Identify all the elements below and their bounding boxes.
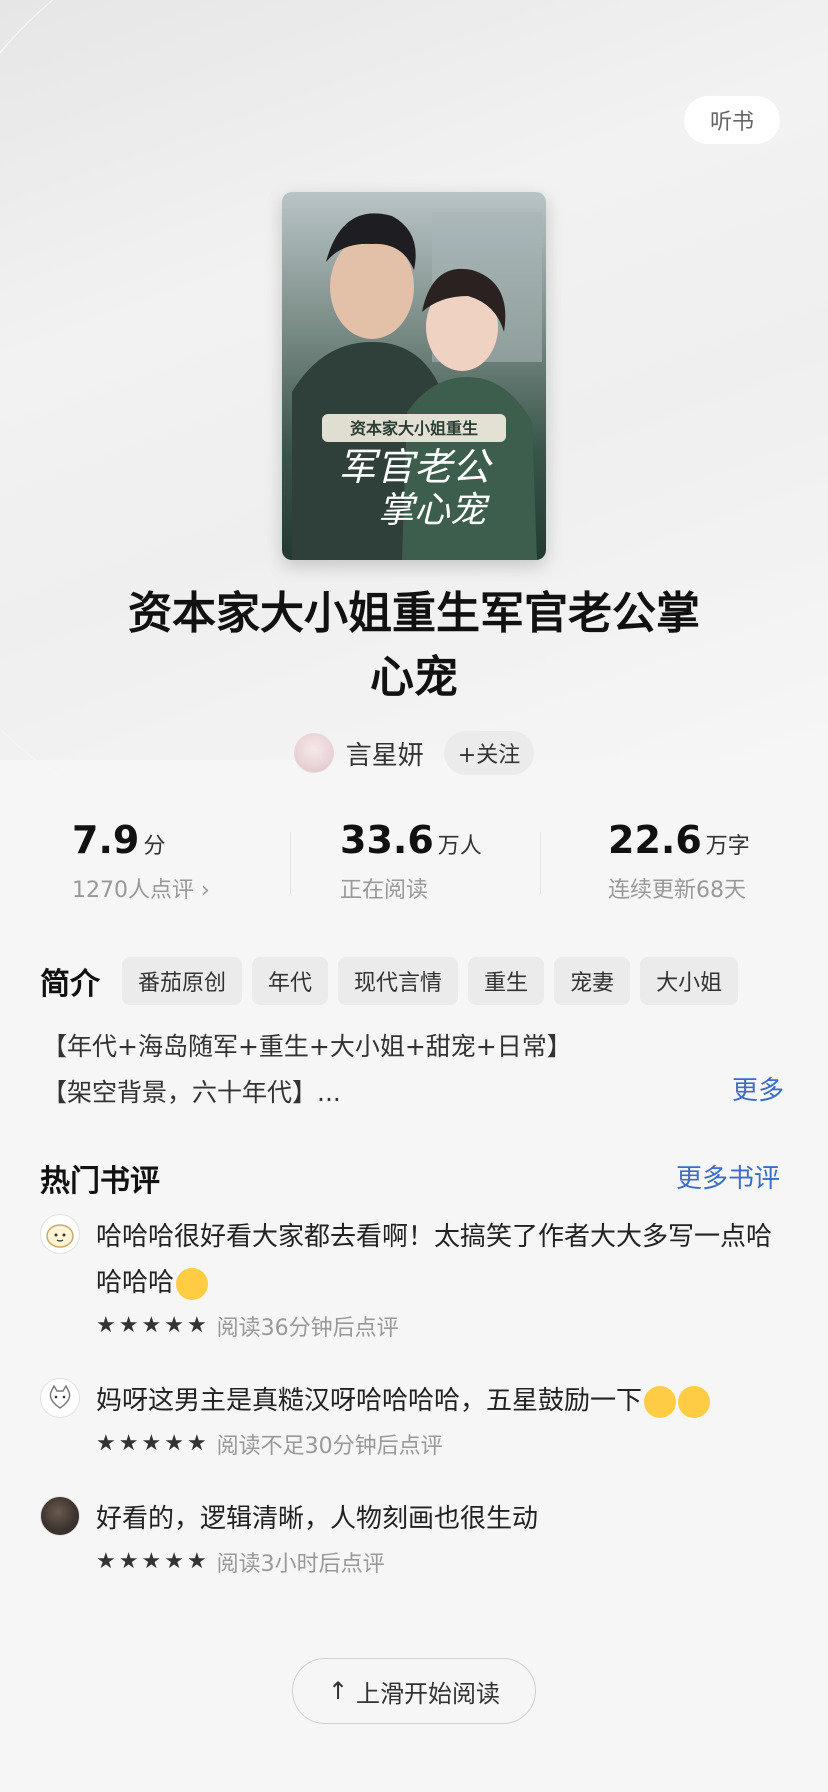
score-value: 7.9 xyxy=(72,818,140,862)
score-review-count[interactable]: 1270人点评 › xyxy=(72,872,210,904)
readers-label: 正在阅读 xyxy=(340,878,429,903)
hot-reviews-title: 热门书评 xyxy=(40,1164,160,1199)
review-meta: 阅读36分钟后点评 xyxy=(216,1316,399,1341)
tag-item[interactable]: 宠妻 xyxy=(554,957,631,1005)
listen-button[interactable]: 听书 xyxy=(684,96,780,144)
follow-button[interactable]: +关注 xyxy=(443,731,535,775)
stat-divider xyxy=(540,832,541,894)
book-title: 资本家大小姐重生军官老公掌心宠 xyxy=(128,588,700,703)
rating-stars: ★ ★ ★ ★ ★ xyxy=(96,1549,207,1574)
stat-words: 22.6 万字 连续更新68天 xyxy=(608,818,750,904)
author-name[interactable]: 言星妍 xyxy=(346,735,424,772)
stat-readers: 33.6 万人 正在阅读 xyxy=(340,818,482,904)
tag-item[interactable]: 重生 xyxy=(468,957,545,1005)
tag-item[interactable]: 现代言情 xyxy=(338,957,459,1005)
review-meta: 阅读3小时后点评 xyxy=(216,1552,385,1577)
author-row: 言星妍 +关注 xyxy=(0,730,828,776)
synopsis-more-link[interactable]: 更多 xyxy=(732,1070,784,1107)
author-avatar[interactable] xyxy=(293,733,334,773)
rating-stars: ★ ★ ★ ★ ★ xyxy=(96,1313,207,1338)
bun-avatar-icon[interactable] xyxy=(40,1214,80,1254)
smirk-face-icon xyxy=(678,1385,711,1418)
intro-label: 简介 xyxy=(40,967,100,1002)
readers-value: 33.6 xyxy=(340,818,434,862)
words-unit: 万字 xyxy=(705,834,750,859)
tag-item[interactable]: 番茄原创 xyxy=(122,957,243,1005)
cover-small-title: 资本家大小姐重生 xyxy=(350,419,478,438)
words-value: 22.6 xyxy=(608,818,702,862)
readers-unit: 万人 xyxy=(437,834,482,859)
synopsis-line-1: 【年代+海岛随军+重生+大小姐+甜宠+日常】 xyxy=(42,1032,572,1061)
stat-divider xyxy=(290,832,291,894)
update-streak-label: 连续更新68天 xyxy=(608,878,746,903)
synopsis-line-2: 【架空背景，六十年代】... xyxy=(42,1078,341,1107)
cover-big-title-1: 军官老公 xyxy=(338,445,493,489)
review-text: 妈呀这男主是真糙汉呀哈哈哈哈，五星鼓励一下 xyxy=(96,1386,643,1416)
tag-item[interactable]: 大小姐 xyxy=(640,957,739,1005)
more-reviews-link[interactable]: 更多书评 xyxy=(676,1158,780,1195)
cover-big-title-2: 掌心宠 xyxy=(378,490,490,531)
synopsis[interactable]: 【年代+海岛随军+重生+大小姐+甜宠+日常】 【架空背景，六十年代】... xyxy=(42,1024,762,1116)
stat-score[interactable]: 7.9 分 1270人点评 › xyxy=(72,818,210,904)
review-meta: 阅读不足30分钟后点评 xyxy=(216,1434,443,1459)
start-reading-button[interactable]: ↑ 上滑开始阅读 xyxy=(292,1658,536,1724)
intro-tags-row: 简介 番茄原创 年代 现代言情 重生 宠妻 大小姐 xyxy=(40,956,800,1006)
grinning-face-icon xyxy=(176,1267,209,1300)
photo-avatar-icon[interactable] xyxy=(40,1496,80,1536)
tag-item[interactable]: 年代 xyxy=(252,957,329,1005)
stats-row: 7.9 分 1270人点评 › 33.6 万人 正在阅读 22.6 万字 连续更新68… xyxy=(0,818,828,918)
arrow-up-icon: ↑ xyxy=(327,1677,349,1705)
smirk-face-icon xyxy=(644,1385,677,1418)
review-text: 好看的，逻辑清晰，人物刻画也很生动 xyxy=(96,1504,539,1534)
book-cover[interactable]: 资本家大小姐重生 军官老公 掌心宠 xyxy=(282,192,546,560)
cat-avatar-icon[interactable] xyxy=(40,1378,80,1418)
rating-stars: ★ ★ ★ ★ ★ xyxy=(96,1431,207,1456)
score-unit: 分 xyxy=(143,834,166,859)
start-reading-label: 上滑开始阅读 xyxy=(356,1679,501,1708)
